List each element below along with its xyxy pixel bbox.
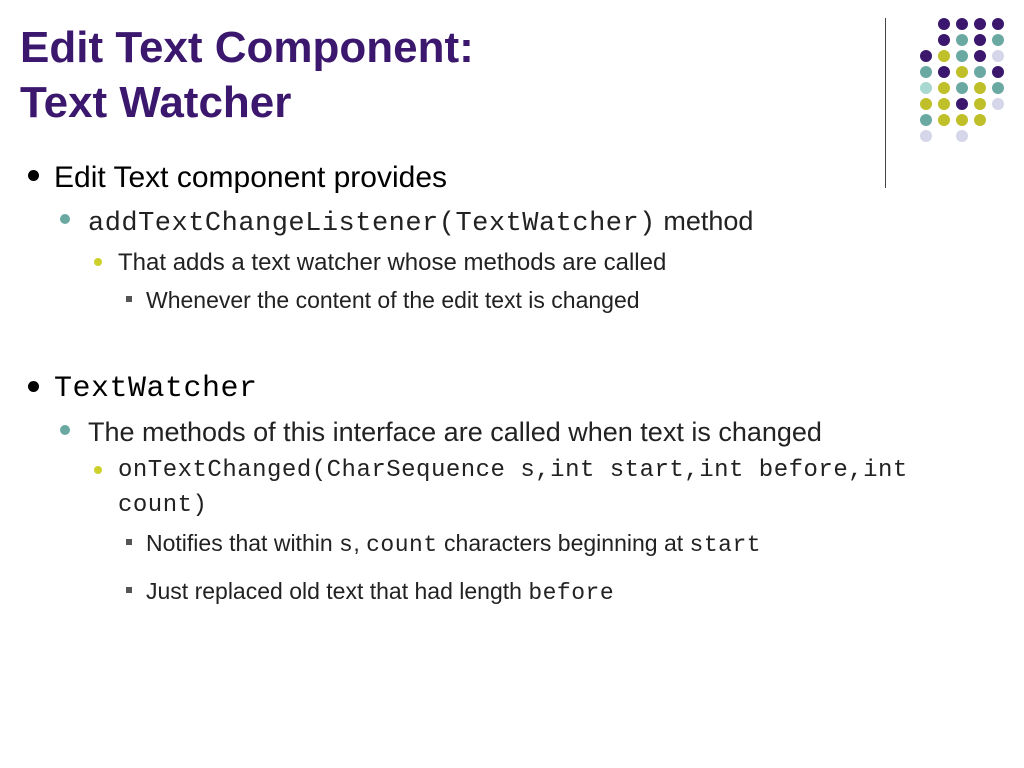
slide-title: Edit Text Component: Text Watcher [20,20,994,130]
code-text: onTextChanged(CharSequence s,int start,i… [118,454,994,524]
bullet-level1: Edit Text component provides addTextChan… [20,158,994,351]
bullet-text: addTextChangeListener(TextWatcher) metho… [88,203,994,242]
bullet-text: Just replaced old text that had length b… [146,574,994,611]
title-line-2: Text Watcher [20,78,291,127]
code-text: TextWatcher [54,369,994,410]
bullet-level2: The methods of this interface are called… [54,414,994,611]
text-suffix: method [656,206,754,236]
bullet-level1: TextWatcher The methods of this interfac… [20,369,994,611]
bullet-text: That adds a text watcher whose methods a… [118,246,994,281]
bullet-text: Edit Text component provides [54,158,994,199]
title-line-1: Edit Text Component: [20,23,474,72]
bullet-level3: onTextChanged(CharSequence s,int start,i… [88,454,994,611]
bullet-text: Whenever the content of the edit text is… [146,283,994,318]
code-text: addTextChangeListener(TextWatcher) [88,209,656,239]
bullet-level2: addTextChangeListener(TextWatcher) metho… [54,203,994,318]
bullet-text: The methods of this interface are called… [88,414,994,450]
content-list: Edit Text component provides addTextChan… [20,158,994,611]
decor-dot-grid [892,18,1004,146]
bullet-level3: That adds a text watcher whose methods a… [88,246,994,317]
slide: Edit Text Component: Text Watcher Edit T… [0,0,1024,768]
bullet-level4: Just replaced old text that had length b… [118,574,994,611]
bullet-text: Notifies that within s, count characters… [146,526,994,563]
bullet-level4: Notifies that within s, count characters… [118,526,994,563]
bullet-level4: Whenever the content of the edit text is… [118,283,994,318]
